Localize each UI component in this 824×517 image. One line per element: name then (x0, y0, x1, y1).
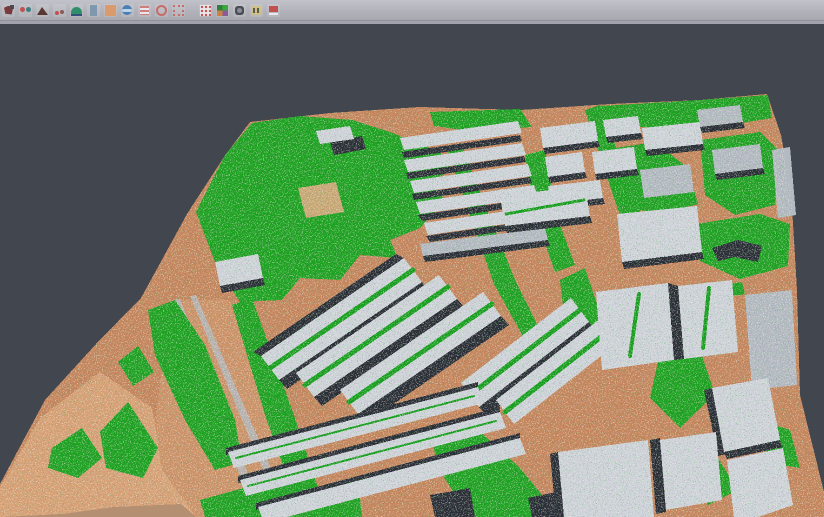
snapshot-icon[interactable] (233, 4, 246, 17)
vegetation-icon[interactable] (70, 4, 83, 17)
pointcloud-noise (0, 0, 824, 517)
ground-points-icon[interactable] (53, 4, 66, 17)
selection-extent-icon[interactable] (172, 4, 185, 17)
globe-icon[interactable] (121, 4, 134, 17)
3d-viewport[interactable] (0, 0, 824, 517)
classified-cloud-icon[interactable] (216, 4, 229, 17)
class-points-icon[interactable] (19, 4, 32, 17)
grid-sample-icon[interactable] (199, 4, 212, 17)
attribute-table-icon[interactable] (250, 4, 263, 17)
ground-class-icon[interactable] (104, 4, 117, 17)
scene-svg[interactable] (0, 0, 824, 517)
classify-by-class-icon[interactable] (2, 4, 15, 17)
class-list-icon[interactable] (138, 4, 151, 17)
target-ring-icon[interactable] (155, 4, 168, 17)
application-window (0, 0, 824, 517)
column-view-icon[interactable] (87, 4, 100, 17)
toolbar (0, 0, 824, 21)
terrain-icon[interactable] (36, 4, 49, 17)
flag-report-icon[interactable] (267, 4, 280, 17)
